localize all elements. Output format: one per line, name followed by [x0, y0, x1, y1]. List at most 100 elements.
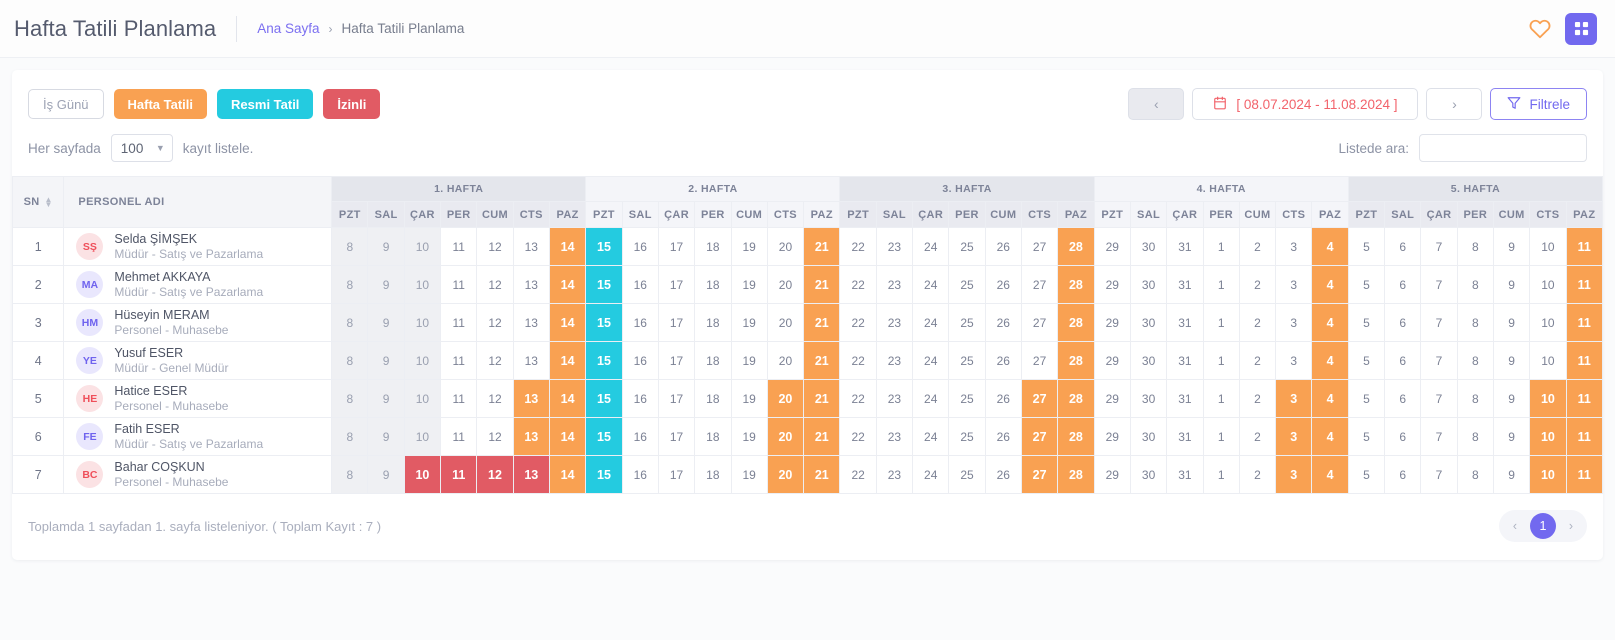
day-cell[interactable]: 13: [512, 341, 550, 380]
day-cell[interactable]: 10: [403, 227, 442, 266]
day-cell[interactable]: 19: [730, 265, 768, 304]
day-cell[interactable]: 21: [803, 303, 841, 342]
breadcrumb-home-link[interactable]: Ana Sayfa: [257, 21, 319, 36]
day-cell[interactable]: 16: [621, 265, 659, 304]
day-cell[interactable]: 30: [1129, 227, 1168, 266]
day-cell[interactable]: 9: [1492, 303, 1531, 342]
day-cell[interactable]: 30: [1129, 379, 1168, 418]
day-cell[interactable]: 12: [476, 379, 514, 418]
day-cell[interactable]: 9: [1492, 455, 1531, 494]
day-cell[interactable]: 23: [875, 265, 914, 304]
day-cell[interactable]: 27: [1020, 265, 1059, 304]
day-cell[interactable]: 8: [1456, 303, 1494, 342]
day-cell[interactable]: 11: [1565, 303, 1603, 342]
day-cell[interactable]: 6: [1384, 341, 1422, 380]
day-cell[interactable]: 31: [1166, 341, 1204, 380]
day-cell[interactable]: 9: [1492, 265, 1531, 304]
day-cell[interactable]: 16: [621, 227, 659, 266]
day-cell[interactable]: 8: [331, 227, 369, 266]
day-cell[interactable]: 3: [1275, 417, 1313, 456]
day-cell[interactable]: 28: [1057, 379, 1095, 418]
pagination-page-1[interactable]: 1: [1530, 513, 1556, 539]
day-cell[interactable]: 11: [1565, 265, 1603, 304]
day-cell[interactable]: 9: [367, 379, 405, 418]
day-cell[interactable]: 28: [1057, 265, 1095, 304]
day-cell[interactable]: 4: [1311, 227, 1349, 266]
day-cell[interactable]: 20: [766, 455, 805, 494]
day-cell[interactable]: 14: [548, 265, 587, 304]
day-cell[interactable]: 20: [766, 417, 805, 456]
day-cell[interactable]: 28: [1057, 455, 1095, 494]
day-cell[interactable]: 12: [476, 303, 514, 342]
day-cell[interactable]: 18: [694, 341, 732, 380]
day-cell[interactable]: 22: [839, 341, 877, 380]
day-cell[interactable]: 29: [1093, 455, 1131, 494]
day-cell[interactable]: 26: [984, 379, 1022, 418]
day-cell[interactable]: 31: [1166, 227, 1204, 266]
day-cell[interactable]: 5: [1347, 341, 1386, 380]
sort-arrows-icon[interactable]: ▲ ▼: [45, 196, 53, 209]
day-cell[interactable]: 17: [657, 379, 696, 418]
day-cell[interactable]: 3: [1275, 265, 1313, 304]
day-cell[interactable]: 21: [803, 455, 841, 494]
day-cell[interactable]: 16: [621, 455, 659, 494]
day-cell[interactable]: 25: [948, 303, 986, 342]
day-cell[interactable]: 11: [440, 455, 478, 494]
day-cell[interactable]: 27: [1020, 227, 1059, 266]
day-cell[interactable]: 5: [1347, 455, 1386, 494]
day-cell[interactable]: 1: [1202, 417, 1240, 456]
day-cell[interactable]: 8: [1456, 265, 1494, 304]
day-cell[interactable]: 14: [548, 341, 587, 380]
day-cell[interactable]: 8: [331, 341, 369, 380]
day-cell[interactable]: 11: [440, 379, 478, 418]
day-cell[interactable]: 29: [1093, 227, 1131, 266]
day-cell[interactable]: 11: [440, 341, 478, 380]
day-cell[interactable]: 3: [1275, 341, 1313, 380]
day-cell[interactable]: 9: [1492, 379, 1531, 418]
day-cell[interactable]: 23: [875, 227, 914, 266]
day-cell[interactable]: 6: [1384, 265, 1422, 304]
day-cell[interactable]: 9: [367, 227, 405, 266]
day-cell[interactable]: 24: [912, 455, 950, 494]
day-cell[interactable]: 10: [403, 455, 442, 494]
day-cell[interactable]: 8: [331, 379, 369, 418]
day-cell[interactable]: 23: [875, 417, 914, 456]
day-cell[interactable]: 4: [1311, 417, 1349, 456]
day-cell[interactable]: 20: [766, 227, 805, 266]
day-cell[interactable]: 8: [331, 303, 369, 342]
day-cell[interactable]: 5: [1347, 379, 1386, 418]
day-cell[interactable]: 2: [1238, 341, 1277, 380]
day-cell[interactable]: 8: [1456, 455, 1494, 494]
day-cell[interactable]: 19: [730, 227, 768, 266]
pagination-prev[interactable]: ‹: [1502, 513, 1528, 539]
day-cell[interactable]: 29: [1093, 417, 1131, 456]
day-cell[interactable]: 8: [331, 455, 369, 494]
day-cell[interactable]: 29: [1093, 379, 1131, 418]
day-cell[interactable]: 23: [875, 379, 914, 418]
day-cell[interactable]: 12: [476, 341, 514, 380]
day-cell[interactable]: 22: [839, 455, 877, 494]
day-cell[interactable]: 1: [1202, 265, 1240, 304]
day-cell[interactable]: 18: [694, 265, 732, 304]
day-cell[interactable]: 27: [1020, 303, 1059, 342]
day-cell[interactable]: 24: [912, 417, 950, 456]
day-cell[interactable]: 4: [1311, 455, 1349, 494]
day-cell[interactable]: 3: [1275, 455, 1313, 494]
day-cell[interactable]: 9: [1492, 227, 1531, 266]
day-cell[interactable]: 21: [803, 265, 841, 304]
day-cell[interactable]: 27: [1020, 417, 1059, 456]
day-cell[interactable]: 15: [585, 341, 623, 380]
day-cell[interactable]: 21: [803, 379, 841, 418]
day-cell[interactable]: 17: [657, 341, 696, 380]
day-cell[interactable]: 12: [476, 227, 514, 266]
day-cell[interactable]: 5: [1347, 227, 1386, 266]
table-row[interactable]: 4 YE Yusuf ESER Müdür - Genel Müdür 8 9 10 11 12…: [12, 341, 1603, 380]
day-cell[interactable]: 6: [1384, 417, 1422, 456]
day-cell[interactable]: 30: [1129, 417, 1168, 456]
next-period-button[interactable]: ›: [1426, 88, 1483, 120]
day-cell[interactable]: 8: [1456, 341, 1494, 380]
day-cell[interactable]: 17: [657, 417, 696, 456]
day-cell[interactable]: 11: [440, 303, 478, 342]
per-page-select[interactable]: 100 ▼: [110, 134, 173, 162]
day-cell[interactable]: 7: [1420, 455, 1458, 494]
